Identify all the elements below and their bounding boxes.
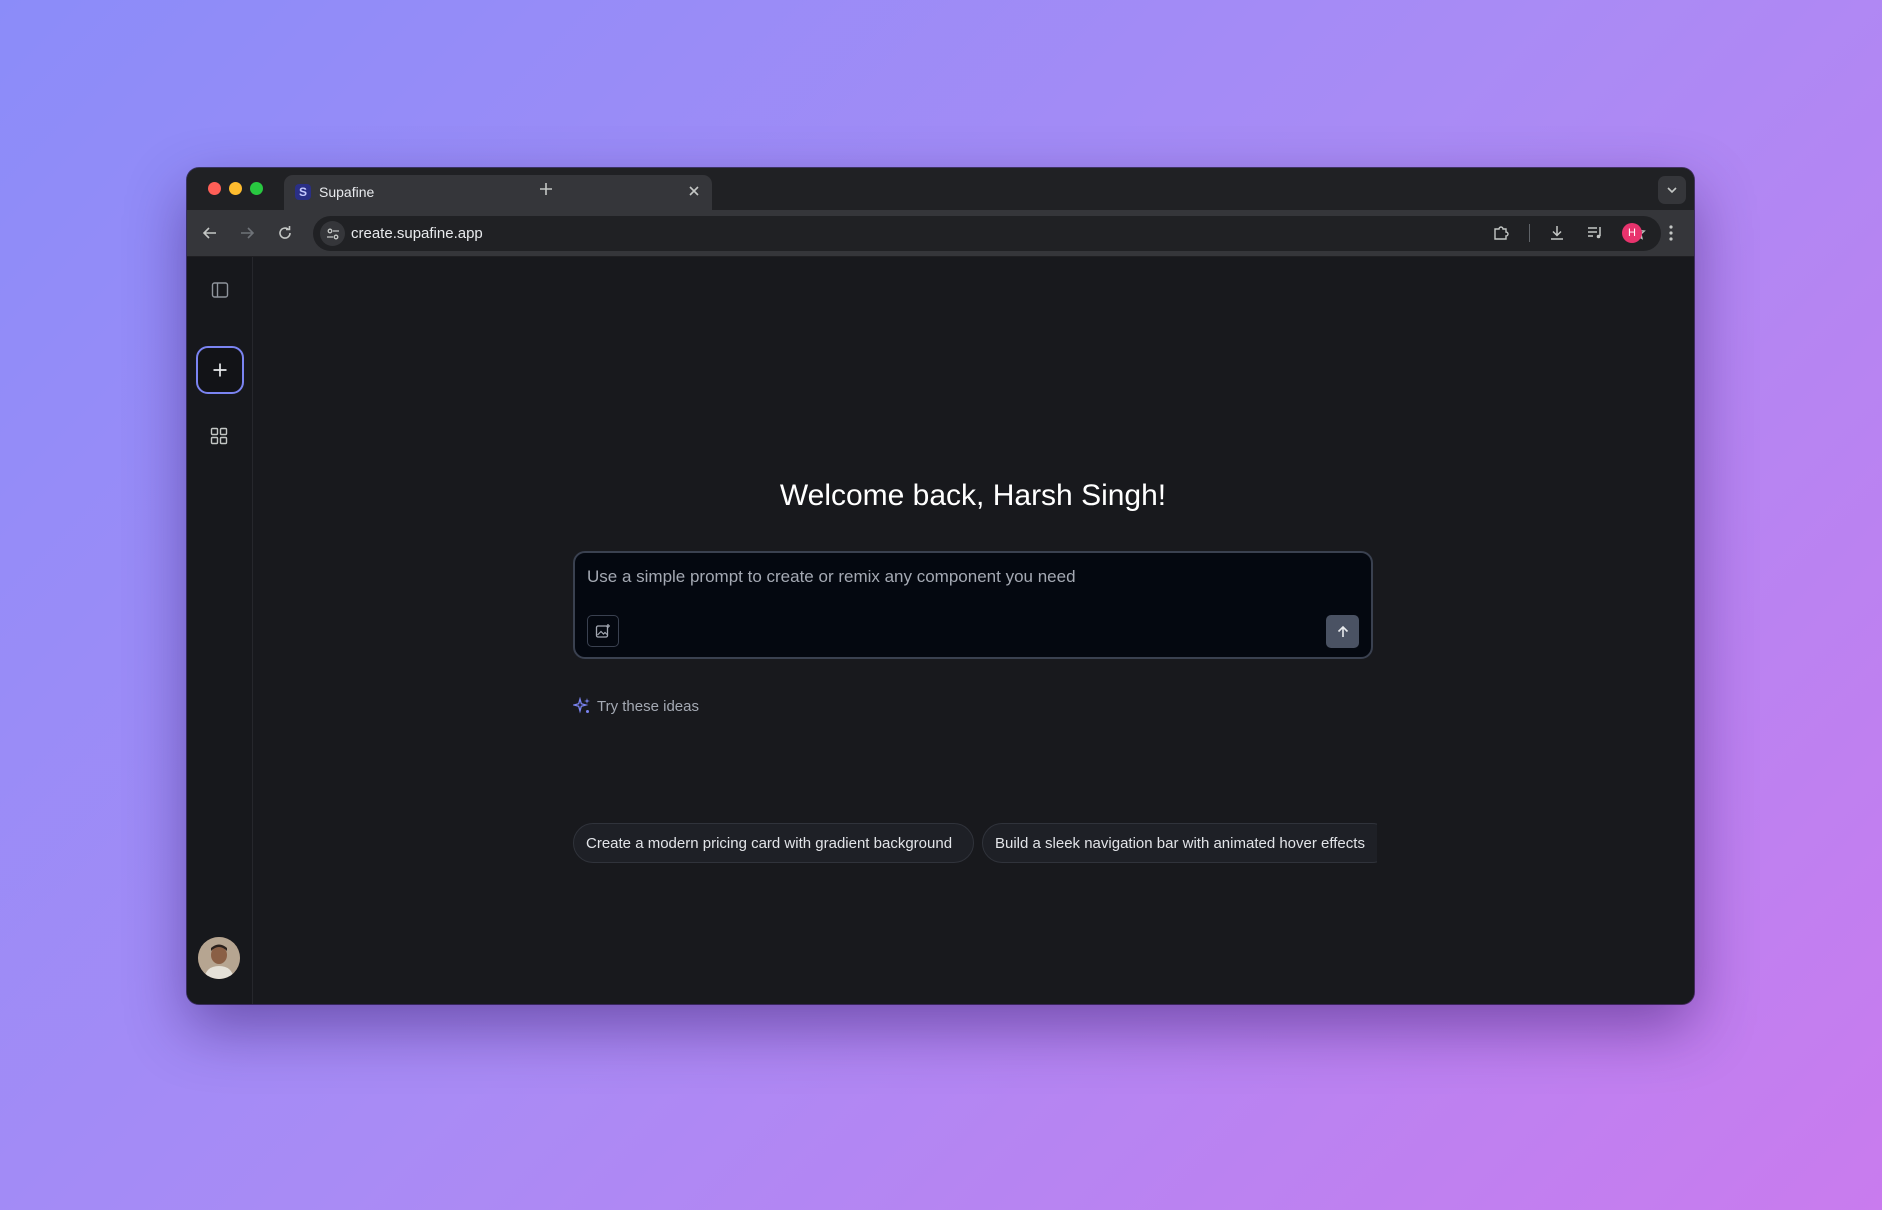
idea-chip[interactable]: Create a modern pricing card with gradie… — [573, 823, 974, 863]
sidebar-toggle-icon[interactable] — [209, 279, 231, 301]
tab-favicon-icon: S — [295, 184, 311, 200]
sidebar — [187, 257, 253, 1004]
ideas-chip-row: Create a modern pricing card with gradie… — [573, 823, 1377, 865]
close-icon[interactable] — [684, 181, 704, 201]
tab-supafine[interactable]: S Supafine — [284, 175, 712, 210]
browser-window: S Supafine create.supafine.app H Welcome… — [187, 168, 1694, 1004]
download-icon[interactable] — [1545, 221, 1569, 245]
app-content: Welcome back, Harsh Singh! Use a simple … — [187, 257, 1694, 1004]
forward-arrow-icon[interactable] — [235, 221, 259, 245]
tab-title: Supafine — [319, 184, 375, 200]
profile-avatar[interactable]: H — [1622, 223, 1642, 243]
ideas-header: Try these ideas — [573, 697, 699, 715]
maximize-window-button[interactable] — [250, 182, 263, 195]
back-arrow-icon[interactable] — [198, 221, 222, 245]
image-upload-icon[interactable] — [587, 615, 619, 647]
browser-toolbar: create.supafine.app H — [187, 210, 1694, 257]
close-window-button[interactable] — [208, 182, 221, 195]
prompt-box[interactable]: Use a simple prompt to create or remix a… — [573, 551, 1373, 659]
prompt-input[interactable]: Use a simple prompt to create or remix a… — [587, 567, 1076, 587]
grid-icon[interactable] — [208, 425, 230, 447]
url-text: create.supafine.app — [351, 225, 483, 242]
site-settings-icon[interactable] — [320, 221, 345, 246]
more-menu-icon[interactable] — [1659, 221, 1683, 245]
send-arrow-up-button[interactable] — [1326, 615, 1359, 648]
new-component-plus-button[interactable] — [196, 346, 244, 394]
tab-search-chevron-down-icon[interactable] — [1658, 176, 1686, 204]
media-queue-icon[interactable] — [1583, 221, 1607, 245]
idea-chip[interactable]: Build a sleek navigation bar with animat… — [982, 823, 1377, 863]
ideas-label: Try these ideas — [597, 697, 699, 715]
new-tab-button[interactable] — [535, 178, 557, 200]
tab-strip: S Supafine — [187, 168, 1694, 210]
extensions-puzzle-icon[interactable] — [1489, 221, 1513, 245]
welcome-title: Welcome back, Harsh Singh! — [779, 479, 1167, 512]
toolbar-divider — [1529, 224, 1530, 242]
address-bar[interactable]: create.supafine.app — [313, 216, 1661, 251]
minimize-window-button[interactable] — [229, 182, 242, 195]
sparkles-icon — [573, 697, 591, 715]
reload-icon[interactable] — [273, 221, 297, 245]
user-avatar[interactable] — [198, 937, 240, 979]
